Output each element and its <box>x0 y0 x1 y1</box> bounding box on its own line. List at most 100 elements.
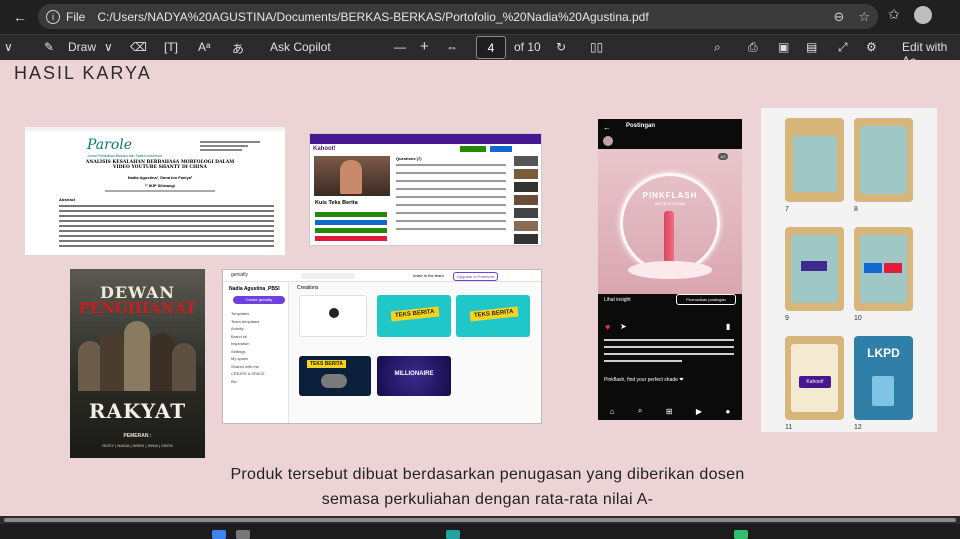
lkpd-cover-title: LKPD <box>867 346 900 360</box>
instagram-save-icon: ▮ <box>726 322 731 331</box>
instagram-product-sub: MATTE LIPCREAM <box>654 202 686 206</box>
genially-invite: Invite to the team <box>413 273 444 278</box>
journal-affiliation: ¹² IKIP Siliwangi <box>145 183 175 188</box>
instagram-share-icon: ➤ <box>620 322 627 331</box>
rotate-icon[interactable]: ↻ <box>556 40 566 54</box>
pdf-toolbar: ∨ ✎ Draw ∨ ⌫ [T] Aᵃ あ Ask Copilot — + ⇔ … <box>0 34 960 68</box>
browser-address-bar: ← i File C:/Users/NADYA%20AGUSTINA/Docum… <box>0 0 960 34</box>
kahoot-video-list <box>514 156 538 244</box>
journal-abstract-lines <box>59 205 274 250</box>
journal-authors: Nadia Agustina¹, Dana Ion Faniya² <box>127 175 193 180</box>
taskbar <box>0 524 960 539</box>
instagram-back-icon: ← <box>603 123 611 132</box>
poster-middle-word: PENGHIANAT <box>78 299 197 317</box>
journal-article-image: Parole Jurnal Pendidikan Bahasa dan Sast… <box>25 127 285 255</box>
draw-icon[interactable]: ✎ <box>44 40 54 54</box>
lkpd-page-10 <box>854 227 913 311</box>
edge-icon[interactable] <box>446 530 460 539</box>
genially-tile-1: TEKS BERITA <box>377 295 451 337</box>
taskbar-app-icon[interactable] <box>734 530 748 539</box>
lkpd-label-12: 12 <box>854 424 862 431</box>
lkpd-page-9 <box>785 227 844 311</box>
page-view-icon[interactable]: ▯▯ <box>590 40 603 54</box>
pdf-page: HASIL KARYA Parole Jurnal Pendidikan Bah… <box>0 60 960 516</box>
lkpd-label-8: 8 <box>854 206 858 213</box>
genially-create-button: Create genially <box>233 296 285 304</box>
genially-tile-3: TEKS BERITA <box>299 356 371 396</box>
zoom-in-icon[interactable]: + <box>420 38 429 55</box>
lkpd-label-11: 11 <box>785 424 793 431</box>
horizontal-scrollbar[interactable] <box>0 516 960 524</box>
genially-dashboard-image: genially Invite to the team Upgrade to P… <box>222 269 542 424</box>
lkpd-label-10: 10 <box>854 315 862 322</box>
fit-width-icon[interactable]: ⇔ <box>446 40 458 54</box>
ask-copilot-button[interactable]: Ask Copilot <box>270 40 331 54</box>
lkpd-page-11: Kahoot! <box>785 336 844 420</box>
section-title: HASIL KARYA <box>14 63 152 83</box>
scrollbar-thumb[interactable] <box>4 518 956 522</box>
favorite-star-icon[interactable]: ☆ <box>858 9 870 25</box>
instagram-like-icon: ♥ <box>605 322 611 332</box>
lkpd-page-7 <box>785 118 844 202</box>
text-size-icon[interactable]: Aᵃ <box>198 40 210 54</box>
instagram-promote-button: Promosikan postingan <box>676 294 736 305</box>
instagram-counter: 1/2 <box>718 153 728 160</box>
journal-logo: Parole <box>87 137 133 153</box>
highlight-chevron-icon[interactable]: ∨ <box>4 40 13 54</box>
genially-upgrade: Upgrade to Premium <box>453 272 498 281</box>
kahoot-brand: Kahoot! <box>313 146 336 152</box>
search-icon[interactable]: ⌕ <box>714 40 721 55</box>
lkpd-page-8 <box>854 118 913 202</box>
favorites-icon[interactable]: ✩ <box>888 6 900 24</box>
zoom-icon[interactable]: ⊖ <box>833 9 844 25</box>
page-total: of 10 <box>514 40 541 54</box>
page-number-input[interactable]: 4 <box>476 36 506 59</box>
url-text: C:/Users/NADYA%20AGUSTINA/Documents/BERK… <box>97 9 649 24</box>
genially-tile-2: TEKS BERITA <box>456 295 530 337</box>
poster-people <box>76 321 199 391</box>
translate-icon[interactable]: あ <box>232 40 244 57</box>
save-as-icon[interactable]: ▤ <box>806 40 817 54</box>
info-icon[interactable]: i <box>46 9 60 24</box>
genially-brand: genially <box>231 272 248 278</box>
journal-title: ANALISIS KESALAHAN BERBAHASA MORFOLOGI D… <box>85 160 235 170</box>
genially-menu: Templates Team templates Activity Brand … <box>231 311 265 384</box>
poster-crew-names: RIZKY | NADIA | WINDI | SINIA | SINTA <box>102 443 173 448</box>
eraser-icon[interactable]: ⌫ <box>130 40 147 54</box>
reels-icon: ▶ <box>695 406 703 416</box>
lkpd-label-7: 7 <box>785 206 789 213</box>
url-scheme: File <box>66 9 86 24</box>
kahoot-questions-label: Questions (7) <box>396 156 422 161</box>
lkpd-page-12: LKPD <box>854 336 913 420</box>
save-icon[interactable]: ▣ <box>778 40 789 54</box>
kahoot-question-list <box>396 164 506 236</box>
movie-poster-image: DEWAN PENGHIANAT RAKYAT PEMERAN : RIZKY … <box>70 269 205 458</box>
instagram-caption: Pinkflash, find your perfect shade ❤ <box>604 377 684 383</box>
start-icon[interactable] <box>212 530 226 539</box>
zoom-out-icon[interactable]: — <box>394 40 406 54</box>
lkpd-pages-image: 7 8 9 10 Kahoot! LKPD 11 12 <box>761 108 937 432</box>
draw-chevron-icon[interactable]: ∨ <box>104 40 113 54</box>
avatar[interactable] <box>913 6 932 24</box>
add-icon: ⊞ <box>665 406 673 416</box>
draw-button[interactable]: Draw <box>68 40 96 54</box>
kahoot-quiz-image: Kahoot! Kuis Teks Berita Questions (7) <box>309 133 542 246</box>
back-icon[interactable]: ← <box>6 3 34 31</box>
text-box-icon[interactable]: [T] <box>164 40 178 54</box>
print-icon[interactable]: ⎙ <box>748 40 758 55</box>
home-icon: ⌂ <box>609 406 615 416</box>
instagram-caption-lines <box>604 339 734 362</box>
instagram-product-name: PINKFLASH <box>642 191 698 200</box>
taskbar-app-icon[interactable] <box>236 530 250 539</box>
settings-gear-icon[interactable]: ⚙ <box>866 40 877 54</box>
instagram-insight: Lihat insight <box>604 297 631 303</box>
instagram-post-image: ← Postingan 1/2 PINKFLASH MATTE LIPCREAM… <box>598 119 742 420</box>
address-field[interactable]: i File C:/Users/NADYA%20AGUSTINA/Documen… <box>38 4 878 29</box>
poster-bottom-word: RAKYAT <box>88 399 187 423</box>
lkpd-label-9: 9 <box>785 315 789 322</box>
instagram-bottom-nav: ⌂ ⌕ ⊞ ▶ ● <box>598 402 742 420</box>
lkpd-kahoot-button: Kahoot! <box>799 376 831 388</box>
caption-line-1: Produk tersebut dibuat berdasarkan penug… <box>230 466 745 483</box>
genially-tile-4: MILLIONAIRE <box>377 356 451 396</box>
fullscreen-icon[interactable]: ⤢ <box>838 40 848 55</box>
